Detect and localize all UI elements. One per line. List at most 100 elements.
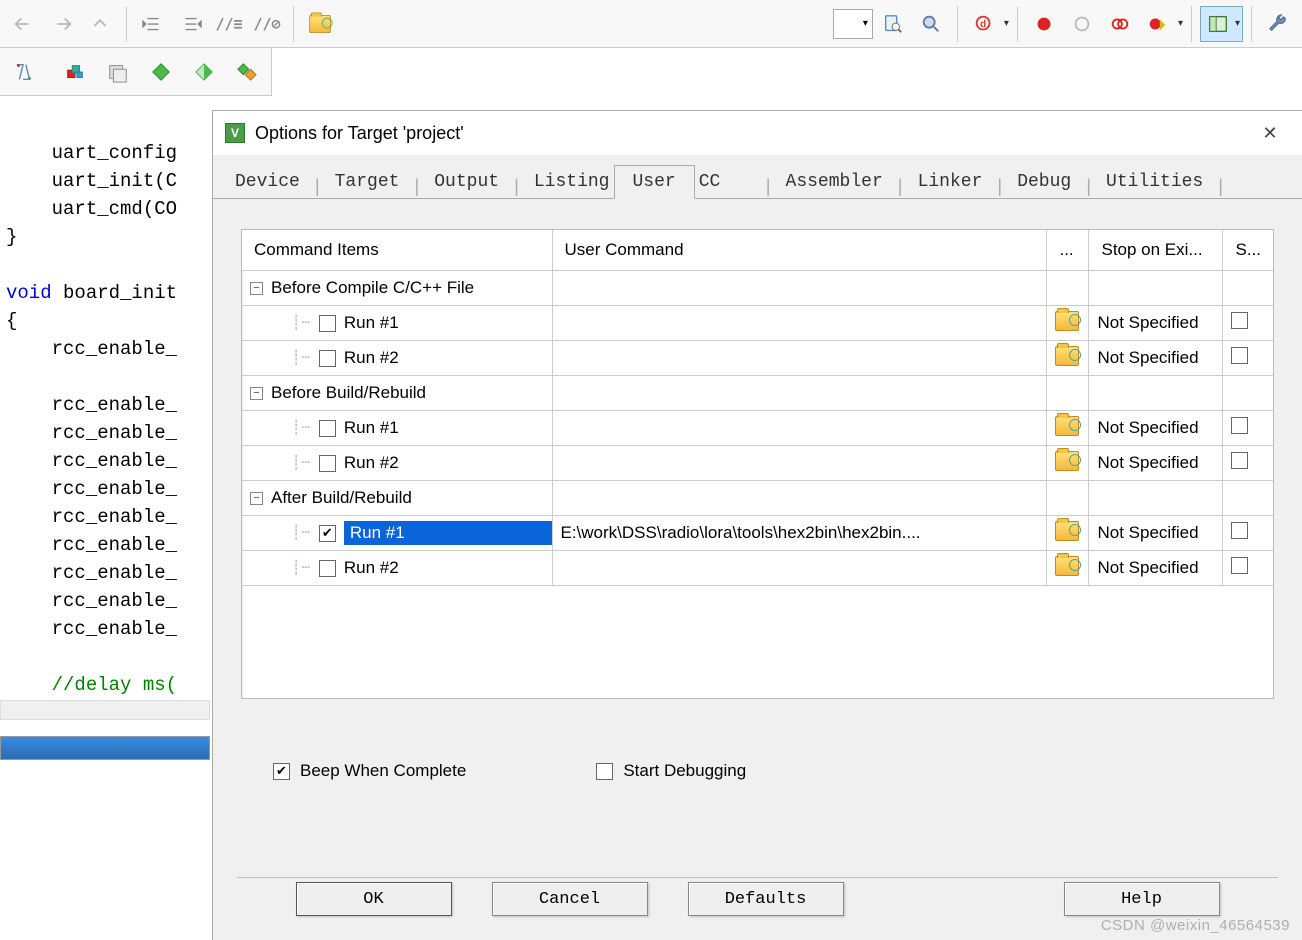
- checkbox[interactable]: [1231, 522, 1248, 539]
- stop-cell[interactable]: Not Specified: [1089, 446, 1223, 481]
- table-row[interactable]: ┊┄Run #1 Not Specified: [242, 306, 1273, 341]
- comment-icon[interactable]: //≡: [211, 6, 247, 42]
- help-button[interactable]: Help: [1064, 882, 1220, 916]
- stop-cell[interactable]: Not Specified: [1089, 411, 1223, 446]
- build-toolbar: [0, 48, 272, 96]
- dialog-titlebar: V Options for Target 'project' ✕: [213, 111, 1302, 155]
- record-icon[interactable]: [1026, 6, 1062, 42]
- window-layout-dropdown[interactable]: ▾: [1200, 6, 1243, 42]
- tab-assembler[interactable]: Assembler: [782, 166, 887, 198]
- table-row-selected[interactable]: ┊┄Run #1 E:\work\DSS\radio\lora\tools\he…: [242, 516, 1273, 551]
- checkbox[interactable]: [1231, 452, 1248, 469]
- collapse-icon[interactable]: −: [250, 492, 263, 505]
- group-before-compile[interactable]: −Before Compile C/C++ File: [242, 271, 1273, 306]
- stop-cell[interactable]: Not Specified: [1089, 341, 1223, 376]
- folder-open-icon[interactable]: [302, 6, 338, 42]
- command-items-panel: Command Items User Command ... Stop on E…: [241, 229, 1274, 699]
- hdr-command-items[interactable]: Command Items: [242, 230, 552, 271]
- stop-cell[interactable]: Not Specified: [1089, 306, 1223, 341]
- user-command-cell[interactable]: [552, 306, 1047, 341]
- search-dropdown[interactable]: ▾: [833, 9, 873, 39]
- user-command-cell[interactable]: E:\work\DSS\radio\lora\tools\hex2bin\hex…: [552, 516, 1047, 551]
- close-icon[interactable]: ✕: [1250, 123, 1290, 144]
- checkbox[interactable]: [319, 560, 336, 577]
- tab-user[interactable]: User: [614, 165, 695, 199]
- options-dialog: V Options for Target 'project' ✕ Device|…: [212, 110, 1302, 940]
- checkbox[interactable]: [1231, 557, 1248, 574]
- hdr-stop[interactable]: Stop on Exi...: [1089, 230, 1223, 271]
- find-in-files-icon[interactable]: [875, 6, 911, 42]
- stop-cell[interactable]: Not Specified: [1089, 551, 1223, 586]
- checkbox[interactable]: [1231, 347, 1248, 364]
- start-debugging-checkbox[interactable]: Start Debugging: [596, 761, 746, 781]
- tab-utilities[interactable]: Utilities: [1102, 166, 1207, 198]
- h-scrollbar[interactable]: [0, 700, 210, 720]
- link-icon[interactable]: [1102, 6, 1138, 42]
- tab-target[interactable]: Target: [331, 166, 404, 198]
- debug-dropdown[interactable]: d ▾: [966, 6, 1009, 42]
- record-outline-icon[interactable]: [1064, 6, 1100, 42]
- defaults-button[interactable]: Defaults: [688, 882, 844, 916]
- checkbox[interactable]: [1231, 417, 1248, 434]
- beep-when-complete-checkbox[interactable]: Beep When Complete: [273, 761, 466, 781]
- stop-cell[interactable]: Not Specified: [1089, 516, 1223, 551]
- hdr-user-command[interactable]: User Command: [552, 230, 1047, 271]
- bottom-options: Beep When Complete Start Debugging: [213, 711, 1302, 801]
- browse-icon[interactable]: [1055, 556, 1079, 576]
- user-command-cell[interactable]: [552, 411, 1047, 446]
- main-toolbar: //≡ //⊘ ▾ d ▾ ▾ ▾: [0, 0, 1302, 48]
- tab-listing[interactable]: Listing: [530, 166, 614, 198]
- ok-button[interactable]: OK: [296, 882, 452, 916]
- translate-icon[interactable]: [6, 54, 41, 90]
- tab-device[interactable]: Device: [231, 166, 304, 198]
- collapse-icon[interactable]: −: [250, 387, 263, 400]
- nav-fwd-icon[interactable]: [44, 6, 80, 42]
- table-row[interactable]: ┊┄Run #2 Not Specified: [242, 551, 1273, 586]
- table-row[interactable]: ┊┄Run #2 Not Specified: [242, 341, 1273, 376]
- hdr-browse[interactable]: ...: [1047, 230, 1089, 271]
- tab-cc[interactable]: CC: [695, 166, 755, 198]
- checkbox[interactable]: [319, 455, 336, 472]
- user-command-cell[interactable]: [552, 446, 1047, 481]
- tab-debug[interactable]: Debug: [1013, 166, 1075, 198]
- breakpoint-dropdown[interactable]: ▾: [1140, 6, 1183, 42]
- build-all-icon[interactable]: [100, 54, 135, 90]
- checkbox[interactable]: [1231, 312, 1248, 329]
- diamond-multi-icon[interactable]: [230, 54, 265, 90]
- build-icon[interactable]: [57, 54, 92, 90]
- uncomment-icon[interactable]: //⊘: [249, 6, 285, 42]
- browse-icon[interactable]: [1055, 521, 1079, 541]
- checkbox[interactable]: [319, 350, 336, 367]
- app-icon: V: [225, 123, 245, 143]
- diamond-outline-icon[interactable]: [187, 54, 222, 90]
- group-after-build[interactable]: −After Build/Rebuild: [242, 481, 1273, 516]
- cancel-button[interactable]: Cancel: [492, 882, 648, 916]
- outdent-icon[interactable]: [135, 6, 171, 42]
- checkbox[interactable]: [319, 420, 336, 437]
- browse-icon[interactable]: [1055, 346, 1079, 366]
- browse-icon[interactable]: [1055, 416, 1079, 436]
- tab-output[interactable]: Output: [430, 166, 503, 198]
- nav-back-icon[interactable]: [6, 6, 42, 42]
- browse-icon[interactable]: [1055, 311, 1079, 331]
- toolbar-band: [0, 736, 210, 760]
- group-before-build[interactable]: −Before Build/Rebuild: [242, 376, 1273, 411]
- find-icon[interactable]: [913, 6, 949, 42]
- diamond-green-icon[interactable]: [144, 54, 179, 90]
- user-command-cell[interactable]: [552, 341, 1047, 376]
- indent-icon[interactable]: [173, 6, 209, 42]
- tab-linker[interactable]: Linker: [914, 166, 987, 198]
- table-row[interactable]: ┊┄Run #1 Not Specified: [242, 411, 1273, 446]
- wrench-icon[interactable]: [1260, 6, 1296, 42]
- code-editor[interactable]: uart_config uart_init(C uart_cmd(CO } vo…: [0, 96, 210, 705]
- checkbox[interactable]: [319, 315, 336, 332]
- nav-up-icon[interactable]: [82, 6, 118, 42]
- hdr-s[interactable]: S...: [1223, 230, 1273, 271]
- user-command-cell[interactable]: [552, 551, 1047, 586]
- browse-icon[interactable]: [1055, 451, 1079, 471]
- dialog-title: Options for Target 'project': [255, 123, 1250, 144]
- checkbox[interactable]: [319, 525, 336, 542]
- collapse-icon[interactable]: −: [250, 282, 263, 295]
- svg-text:d: d: [980, 18, 986, 29]
- table-row[interactable]: ┊┄Run #2 Not Specified: [242, 446, 1273, 481]
